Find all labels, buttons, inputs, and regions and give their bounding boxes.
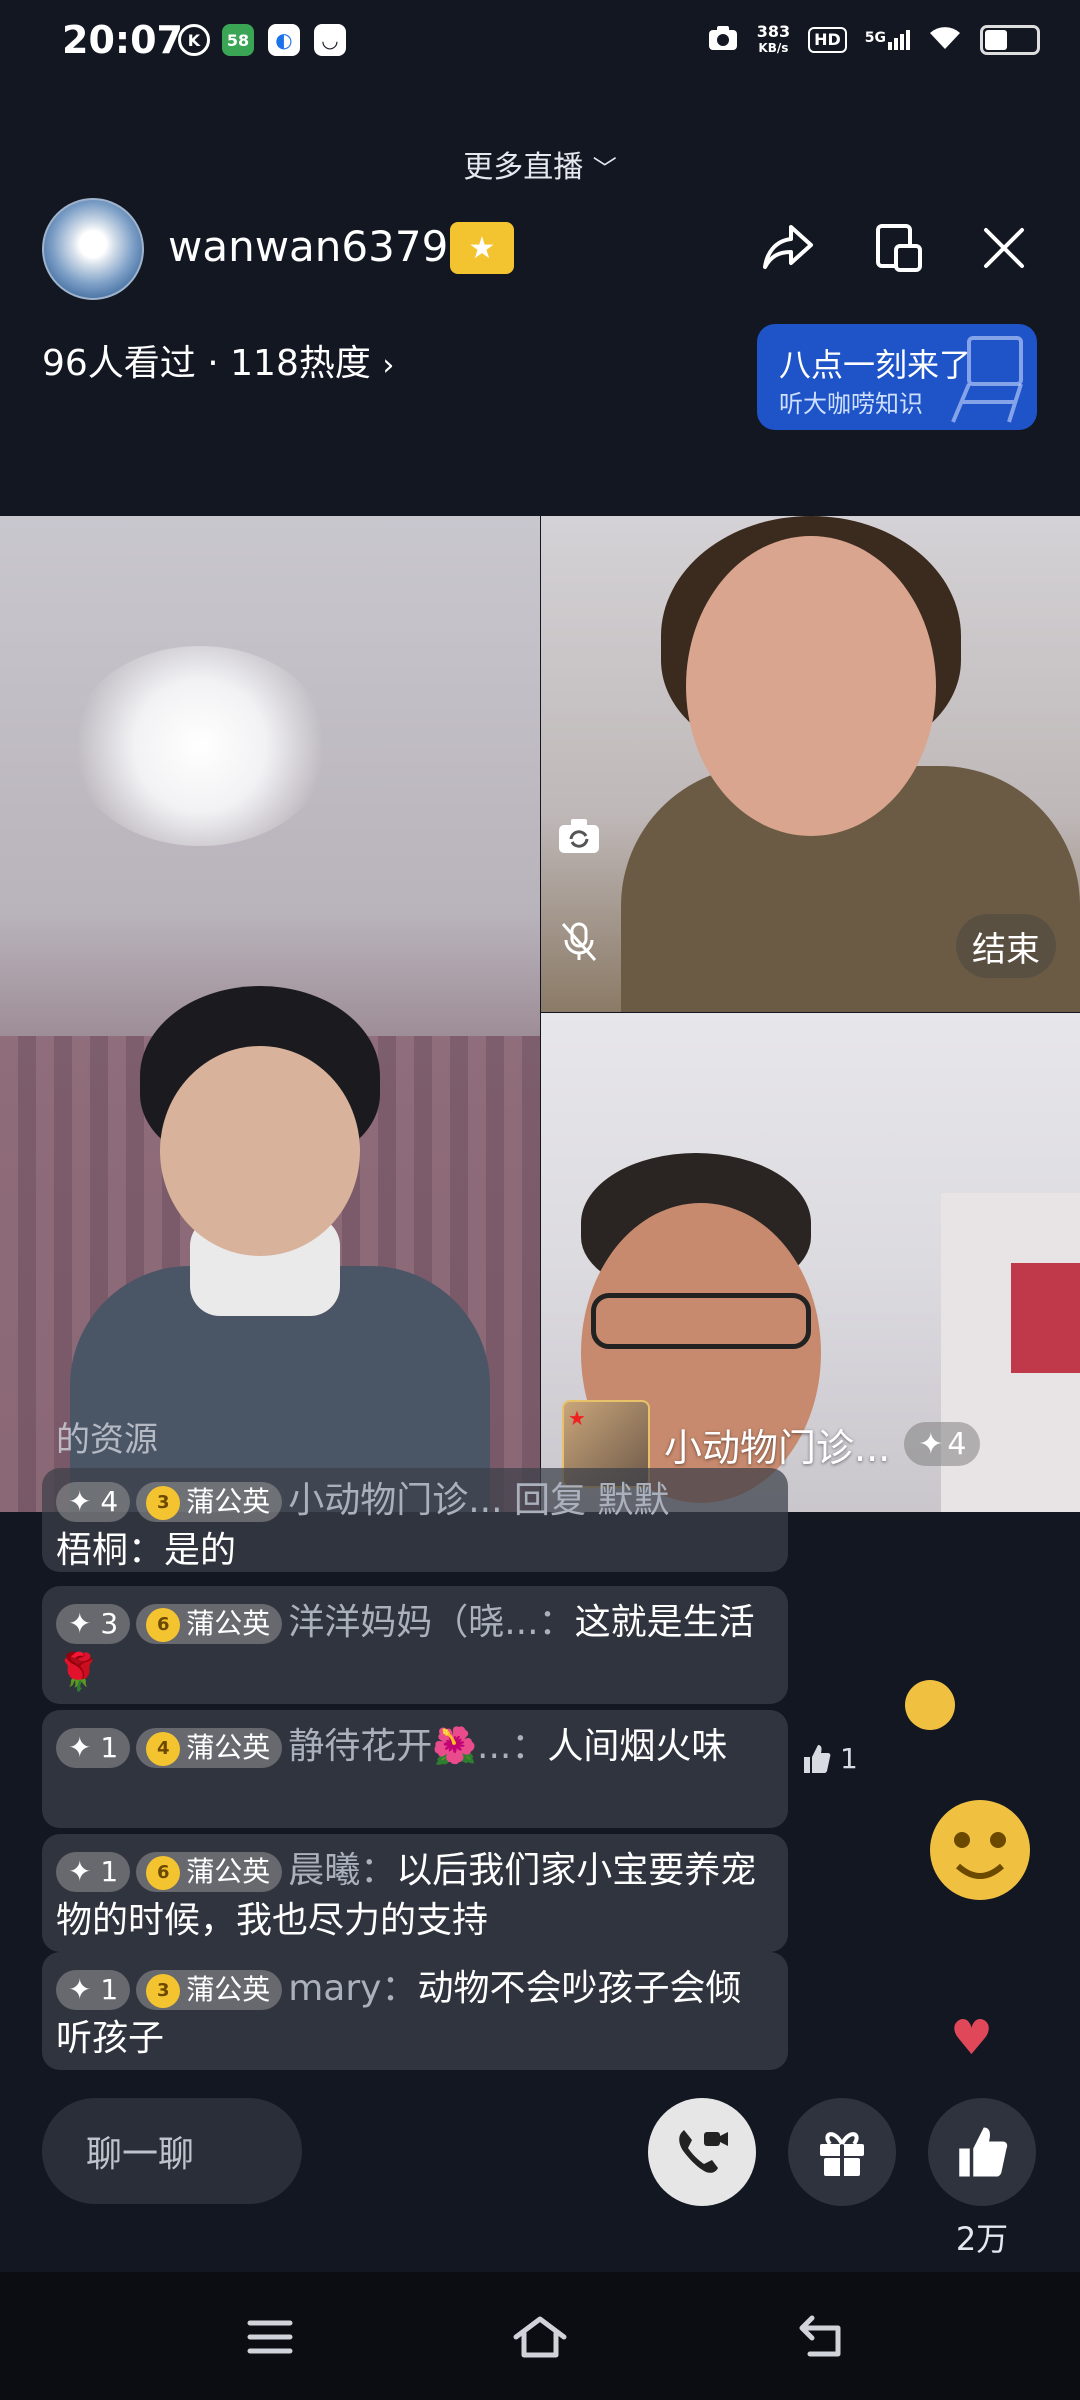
guest2-glasses <box>591 1293 811 1349</box>
back-icon <box>799 2315 841 2357</box>
net-speed: 383 KB/s <box>756 22 791 56</box>
window-mode-button[interactable] <box>866 216 930 280</box>
home-icon <box>513 2316 567 2358</box>
level-badge: ✦ 3 <box>56 1604 131 1644</box>
viewer-stats[interactable]: 96人看过 · 118热度 › <box>42 334 394 386</box>
comment-item[interactable]: ✦ 3 6 蒲公英 洋洋妈妈（晓...：这就是生活🌹 <box>42 1586 788 1704</box>
666-emoji-icon <box>930 1800 1030 1900</box>
streamer-badge-icon[interactable]: ★ <box>450 222 514 274</box>
mic-muted-icon[interactable] <box>551 914 607 970</box>
close-button[interactable] <box>972 216 1036 280</box>
close-icon <box>984 228 1024 268</box>
chevron-right-icon: › <box>382 348 395 383</box>
gift-icon <box>820 2132 864 2176</box>
share-button[interactable] <box>756 216 820 280</box>
hd-icon: HD <box>808 27 847 53</box>
level-badge: ✦ 1 <box>56 1728 131 1768</box>
comment-user: 晨曦： <box>288 1850 397 1891</box>
chat-input[interactable]: 聊一聊 <box>42 2098 302 2204</box>
message-app-icon: ◡ <box>314 24 346 56</box>
promo-banner[interactable]: 八点一刻来了 听大咖唠知识 <box>757 324 1037 430</box>
heart-icon: ♥ <box>950 2010 994 2066</box>
ceiling-light <box>70 646 330 846</box>
end-call-button[interactable]: 结束 <box>956 914 1056 978</box>
camera-icon <box>707 24 739 57</box>
level-badge: ✦ 1 <box>56 1970 131 2010</box>
chevron-down-icon: ﹀ <box>592 155 617 183</box>
host-face <box>160 1046 360 1256</box>
thumb-up-icon <box>804 1744 831 1773</box>
pip-icon <box>876 224 922 272</box>
guest-name: 小动物门诊... <box>664 1425 891 1470</box>
like-button[interactable] <box>928 2098 1036 2206</box>
comment-item[interactable]: ✦ 4 3 蒲公英 小动物门诊... 回复 默默 梧桐：是的 <box>42 1468 788 1572</box>
comment-user: 小动物门诊... 回复 默默 <box>288 1480 670 1521</box>
star-icon: 3 <box>146 1974 181 2008</box>
comment-text: 人间烟火味 <box>547 1726 728 1767</box>
star-icon: 3 <box>146 1486 181 1520</box>
flag-icon: ★ <box>568 1406 586 1430</box>
fading-comment: 的资源 <box>56 1420 158 1460</box>
k-app-icon: K <box>178 24 210 56</box>
guest-level-badge: ✦ 4 <box>904 1422 981 1466</box>
comment-text: 梧桐：是的 <box>56 1530 237 1571</box>
comment-item[interactable]: ✦ 1 3 蒲公英 mary：动物不会吵孩子会倾听孩子 <box>42 1952 788 2070</box>
share-icon <box>763 225 813 269</box>
host-video[interactable] <box>0 516 540 1512</box>
wifi-icon <box>928 25 962 56</box>
menu-icon <box>247 2320 293 2354</box>
switch-camera-icon[interactable] <box>551 808 607 864</box>
video-call-icon <box>679 2130 728 2173</box>
streamer-avatar[interactable] <box>42 198 144 300</box>
promo-subtitle: 听大咖唠知识 <box>779 390 923 418</box>
back-button[interactable] <box>784 2302 864 2372</box>
plus-icon: ✦ <box>918 1426 944 1462</box>
fan-badge: 3 蒲公英 <box>136 1970 283 2010</box>
emoji-sticker-icon <box>905 1680 955 1730</box>
chair-icon <box>951 336 1023 423</box>
video-call-button[interactable] <box>648 2098 756 2206</box>
streamer-name[interactable]: wanwan6379 <box>168 222 448 271</box>
guest1-face <box>686 536 936 836</box>
level-badge: ✦ 4 <box>56 1482 131 1522</box>
map-app-icon: ◐ <box>268 24 300 56</box>
fan-badge: 6 蒲公英 <box>136 1604 283 1644</box>
status-bar: 20:07 K 58 ◐ ◡ 383 KB/s HD 5G <box>0 0 1080 80</box>
system-nav-bar <box>0 2272 1080 2400</box>
status-right: 383 KB/s HD 5G <box>707 20 1040 60</box>
like-count: 2万 <box>955 2220 1009 2258</box>
signal-icon: 5G <box>865 30 910 50</box>
star-icon: 6 <box>146 1856 181 1890</box>
thumb-up-icon <box>959 2127 1008 2177</box>
red-poster <box>1011 1263 1080 1373</box>
comment-user: mary： <box>288 1968 418 2009</box>
fan-badge: 6 蒲公英 <box>136 1852 283 1892</box>
gift-button[interactable] <box>788 2098 896 2206</box>
comment-item[interactable]: ✦ 1 6 蒲公英 晨曦：以后我们家小宝要养宠物的时候，我也尽力的支持 <box>42 1834 788 1952</box>
58-app-icon: 58 <box>222 24 254 56</box>
comment-item[interactable]: ✦ 1 4 蒲公英 静待花开🌺...：人间烟火味 <box>42 1710 788 1828</box>
comment-user: 洋洋妈妈（晓...： <box>288 1602 575 1643</box>
comment-user: 静待花开🌺...： <box>288 1726 548 1767</box>
status-time: 20:07 <box>62 18 183 62</box>
home-button[interactable] <box>500 2302 580 2372</box>
star-icon: 4 <box>146 1732 181 1766</box>
battery-icon <box>980 25 1040 55</box>
star-icon: 6 <box>146 1608 181 1642</box>
more-live-button[interactable]: 更多直播 ﹀ <box>0 142 1080 186</box>
comment-like[interactable]: 1 <box>800 1742 858 1775</box>
menu-button[interactable] <box>230 2302 310 2372</box>
fan-badge: 3 蒲公英 <box>136 1482 283 1522</box>
fan-badge: 4 蒲公英 <box>136 1728 283 1768</box>
level-badge: ✦ 1 <box>56 1852 131 1892</box>
